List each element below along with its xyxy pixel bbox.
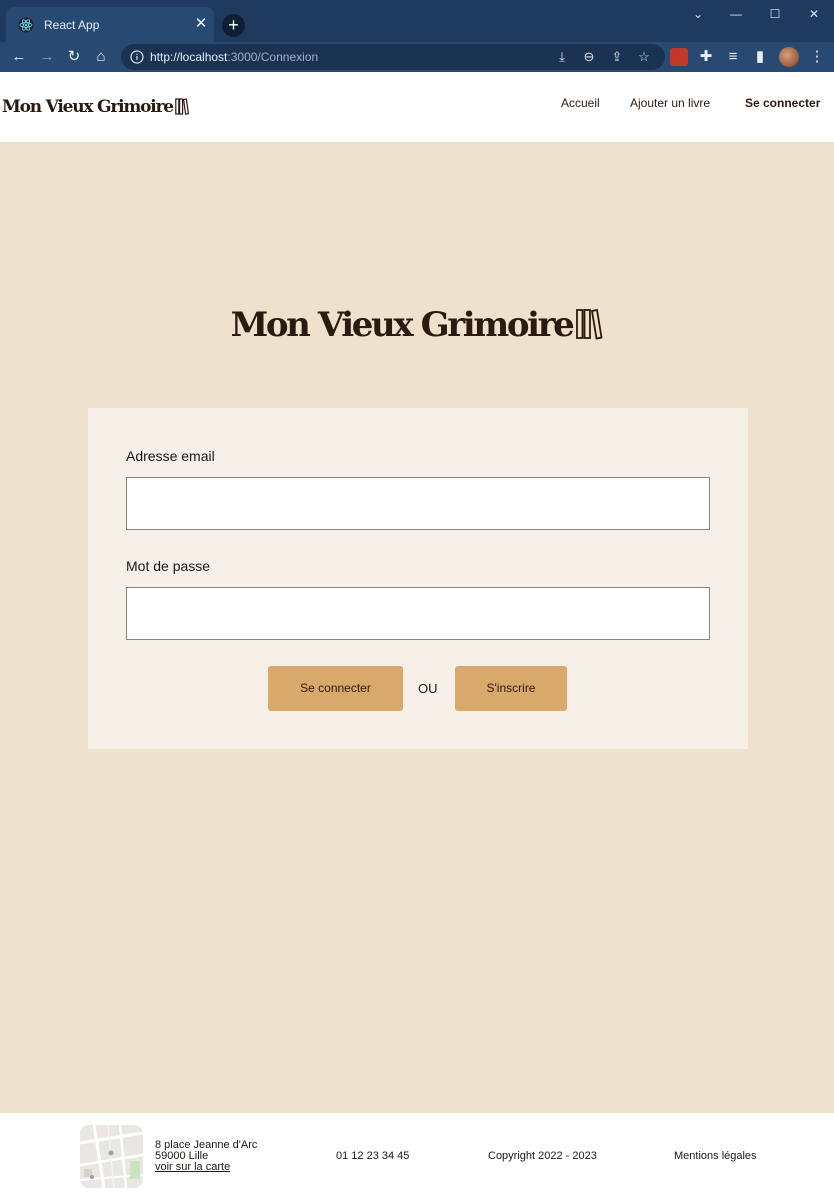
or-separator: OU: [418, 681, 438, 696]
nav-login[interactable]: Se connecter: [745, 96, 820, 110]
profile-avatar[interactable]: [779, 47, 799, 67]
map-link[interactable]: voir sur la carte: [155, 1162, 230, 1173]
browser-tab[interactable]: React App ✕: [6, 7, 214, 42]
side-panel-icon[interactable]: ▮: [749, 46, 771, 68]
site-logo[interactable]: Mon Vieux Grimoire: [2, 97, 189, 117]
media-control-icon[interactable]: ≡: [722, 46, 744, 68]
books-icon: [576, 308, 603, 340]
close-window-icon[interactable]: ✕: [804, 6, 824, 22]
reload-icon[interactable]: ↻: [63, 46, 85, 68]
forward-arrow-icon[interactable]: →: [36, 46, 58, 68]
password-field[interactable]: [126, 587, 710, 640]
map-image: [80, 1125, 143, 1188]
zoom-icon[interactable]: ⊖: [580, 48, 598, 66]
signup-button[interactable]: S'inscrire: [455, 666, 567, 711]
new-tab-button[interactable]: +: [222, 14, 245, 37]
maximize-icon[interactable]: ☐: [765, 6, 785, 22]
minimize-icon[interactable]: —: [726, 6, 746, 22]
more-menu-icon[interactable]: ⋮: [806, 46, 828, 68]
site-header: Mon Vieux Grimoire Accueil Ajouter un li…: [0, 72, 834, 143]
address-bar[interactable]: http://localhost:3000/Connexion ⤓ ⊖ ⇪ ☆: [121, 44, 665, 70]
login-form: Adresse email Mot de passe Se connecter …: [88, 408, 748, 749]
nav-home[interactable]: Accueil: [561, 96, 600, 110]
email-label: Adresse email: [126, 448, 215, 464]
install-app-icon[interactable]: ⤓: [553, 48, 571, 66]
nav-add-book[interactable]: Ajouter un livre: [630, 96, 710, 110]
bookmark-star-icon[interactable]: ☆: [635, 48, 653, 66]
books-icon: [175, 98, 189, 115]
tab-title: React App: [44, 18, 100, 32]
legal-notice-link[interactable]: Mentions légales: [674, 1150, 757, 1162]
page-logo: Mon Vieux Grimoire: [0, 305, 834, 345]
extensions-puzzle-icon[interactable]: ✚: [695, 46, 717, 68]
home-icon[interactable]: ⌂: [90, 46, 112, 68]
close-tab-icon[interactable]: ✕: [194, 14, 208, 34]
tab-search-icon[interactable]: ⌄: [688, 6, 708, 22]
login-button[interactable]: Se connecter: [268, 666, 403, 711]
page-logo-text: Mon Vieux Grimoire: [230, 305, 575, 345]
back-arrow-icon[interactable]: ←: [8, 46, 30, 68]
site-footer: 8 place Jeanne d'Arc 59000 Lille voir su…: [0, 1113, 834, 1200]
browser-toolbar: ← → ↻ ⌂ http://localhost:3000/Connexion …: [0, 42, 834, 72]
password-label: Mot de passe: [126, 558, 211, 574]
url-text: http://localhost:3000/Connexion: [150, 50, 319, 64]
react-logo-icon: [18, 17, 34, 33]
browser-tab-strip: React App ✕ + ⌄ — ☐ ✕: [0, 0, 834, 42]
share-icon[interactable]: ⇪: [608, 48, 626, 66]
copyright-text: Copyright 2022 - 2023: [488, 1150, 597, 1162]
map-thumbnail[interactable]: [80, 1125, 143, 1188]
site-logo-text: Mon Vieux Grimoire: [2, 97, 174, 117]
extension-icon[interactable]: [670, 48, 688, 66]
site-info-icon[interactable]: [130, 50, 144, 64]
phone-number: 01 12 23 34 45: [336, 1150, 410, 1162]
email-field[interactable]: [126, 477, 710, 530]
